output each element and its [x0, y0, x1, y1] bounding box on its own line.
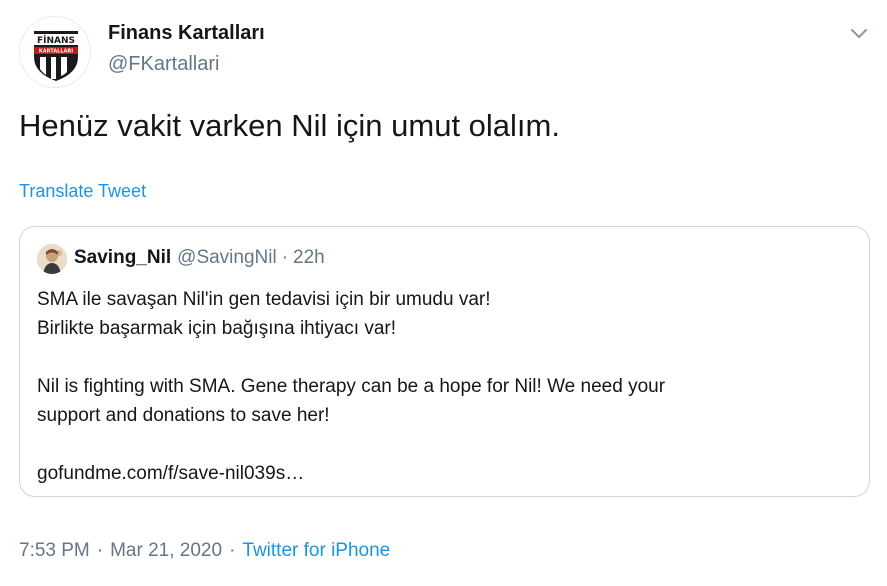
- tweet-footer: 7:53 PM · Mar 21, 2020 · Twitter for iPhone: [19, 540, 390, 562]
- quoted-line-gap: [37, 343, 847, 372]
- quoted-header: Saving_Nil @SavingNil · 22h: [74, 247, 325, 269]
- quoted-line: Birlikte başarmak için bağışına ihtiyacı…: [37, 318, 397, 339]
- chevron-down-icon: [851, 29, 867, 38]
- author-avatar[interactable]: FİNANS KARTALLARI: [19, 16, 91, 88]
- author-display-name[interactable]: Finans Kartalları: [108, 22, 265, 45]
- tweet-time[interactable]: 7:53 PM: [19, 540, 90, 561]
- quoted-line-gap: [37, 430, 847, 459]
- quoted-handle[interactable]: @SavingNil: [177, 247, 277, 268]
- svg-text:KARTALLARI: KARTALLARI: [39, 49, 73, 55]
- tweet-date[interactable]: Mar 21, 2020: [110, 540, 222, 561]
- quoted-separator: ·: [281, 247, 289, 268]
- quoted-line: SMA ile savaşan Nil'in gen tedavisi için…: [37, 289, 491, 310]
- quoted-link[interactable]: gofundme.com/f/save-nil039s…: [37, 459, 847, 488]
- svg-text:FİNANS: FİNANS: [37, 35, 75, 46]
- quoted-display-name[interactable]: Saving_Nil: [74, 247, 171, 268]
- tweet-source-link[interactable]: Twitter for iPhone: [242, 540, 390, 561]
- tweet-container: FİNANS KARTALLARI Finans Kartalları @FKa…: [0, 0, 887, 586]
- footer-separator: ·: [229, 540, 236, 561]
- author-handle[interactable]: @FKartallari: [108, 53, 219, 76]
- quoted-tweet[interactable]: Saving_Nil @SavingNil · 22h SMA ile savaşan…: [19, 226, 870, 497]
- finans-kartallari-logo-icon: FİNANS KARTALLARI: [20, 17, 90, 87]
- translate-tweet-link[interactable]: Translate Tweet: [19, 181, 146, 202]
- quoted-text: SMA ile savaşan Nil'in gen tedavisi için…: [37, 285, 847, 488]
- quoted-avatar-image: [37, 244, 67, 274]
- quoted-avatar[interactable]: [37, 244, 67, 274]
- quoted-timestamp[interactable]: 22h: [293, 247, 325, 268]
- tweet-menu-button[interactable]: [848, 22, 870, 44]
- footer-separator: ·: [96, 540, 104, 561]
- quoted-line: support and donations to save her!: [37, 405, 330, 426]
- tweet-text: Henüz vakit varken Nil için umut olalım.: [19, 108, 560, 143]
- quoted-line: Nil is fighting with SMA. Gene therapy c…: [37, 376, 666, 397]
